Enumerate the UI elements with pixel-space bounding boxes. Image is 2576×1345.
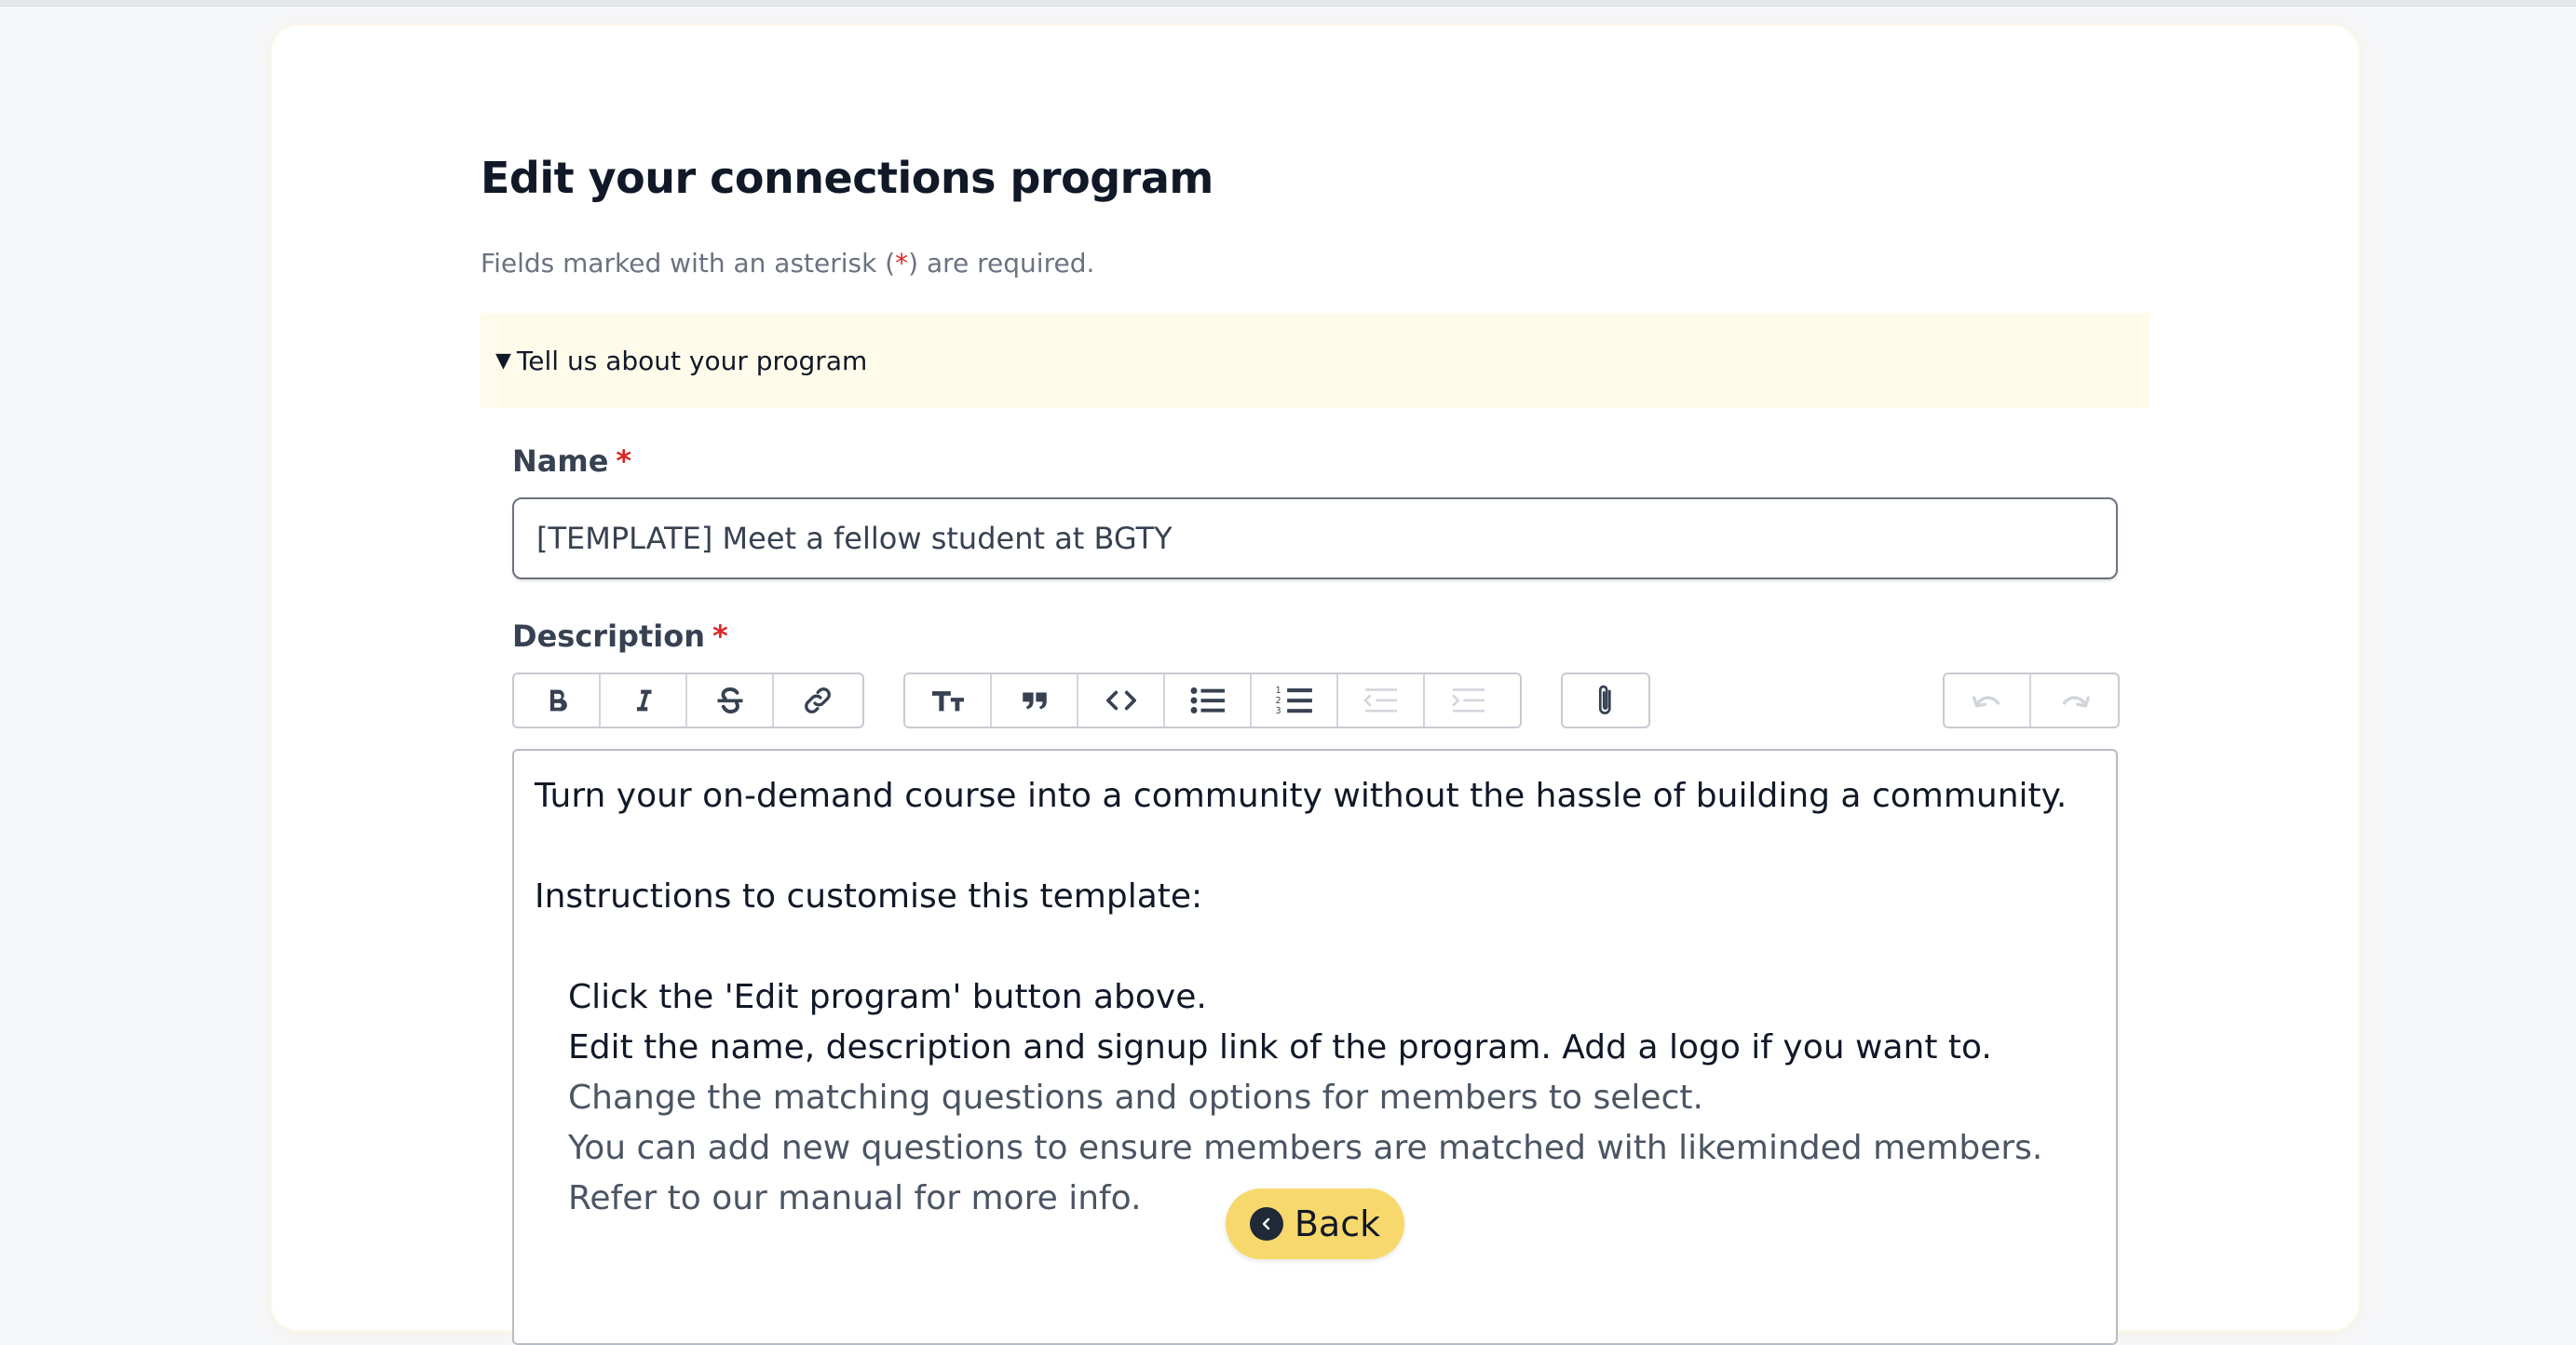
section-toggle-program-info[interactable]: ▼ Tell us about your program xyxy=(481,313,2149,408)
bullet-list-icon xyxy=(1190,687,1225,713)
description-required-asterisk: * xyxy=(712,618,728,654)
numbered-list-button[interactable]: 123 xyxy=(1252,674,1338,727)
decrease-indent-icon xyxy=(1363,688,1397,713)
bold-button[interactable] xyxy=(514,674,601,727)
link-button[interactable] xyxy=(774,674,861,727)
chevron-left-icon xyxy=(1249,1207,1283,1241)
svg-text:3: 3 xyxy=(1275,706,1281,716)
required-note-suffix: ) are required. xyxy=(908,248,1095,279)
code-icon xyxy=(1105,690,1136,711)
strikethrough-icon xyxy=(717,687,742,713)
editor-step: Change the matching questions and option… xyxy=(568,1079,1703,1117)
editor-instructions-heading: Instructions to customise this template: xyxy=(535,877,1203,916)
editor-intro-text: Turn your on-demand course into a commun… xyxy=(535,777,2068,815)
name-required-asterisk: * xyxy=(616,443,632,479)
name-label: Name * xyxy=(512,443,631,479)
heading-icon xyxy=(931,691,964,712)
required-note-prefix: Fields marked with an asterisk ( xyxy=(481,248,896,279)
increase-indent-icon xyxy=(1451,688,1485,713)
back-button[interactable]: Back xyxy=(1226,1189,1404,1259)
attach-file-button[interactable] xyxy=(1563,674,1648,727)
top-border xyxy=(0,0,2576,7)
toolbar-formatting-group xyxy=(512,672,864,728)
redo-icon xyxy=(2062,696,2090,708)
attachment-icon xyxy=(1598,685,1611,714)
undo-icon xyxy=(1972,696,2000,708)
toolbar-attach-group xyxy=(1561,672,1650,728)
bullet-list-button[interactable] xyxy=(1165,674,1252,727)
svg-text:2: 2 xyxy=(1275,696,1281,706)
quote-icon xyxy=(1022,692,1047,710)
quote-button[interactable] xyxy=(992,674,1078,727)
italic-icon xyxy=(636,689,651,712)
strikethrough-button[interactable] xyxy=(687,674,774,727)
toolbar-history-group xyxy=(1943,672,2120,728)
bold-icon xyxy=(549,689,567,712)
description-label: Description * xyxy=(512,618,728,654)
increase-indent-button[interactable] xyxy=(1425,674,1512,727)
editor-step: Click the 'Edit program' button above. xyxy=(568,978,1207,1016)
numbered-list-icon: 123 xyxy=(1275,686,1312,716)
section-title: Tell us about your program xyxy=(516,345,868,376)
page-title: Edit your connections program xyxy=(481,153,1213,203)
redo-button[interactable] xyxy=(2031,674,2118,727)
editor-step: Edit the name, description and signup li… xyxy=(568,1028,1992,1066)
form-card: Edit your connections program Fields mar… xyxy=(272,26,2358,1345)
description-label-text: Description xyxy=(512,618,705,654)
name-label-text: Name xyxy=(512,443,609,479)
back-button-label: Back xyxy=(1294,1203,1381,1244)
caret-down-icon: ▼ xyxy=(495,348,511,373)
required-fields-note: Fields marked with an asterisk (*) are r… xyxy=(481,248,1094,279)
italic-button[interactable] xyxy=(601,674,687,727)
toolbar-block-group: 123 xyxy=(903,672,1522,728)
required-asterisk: * xyxy=(895,248,909,279)
svg-text:1: 1 xyxy=(1275,686,1281,696)
link-icon xyxy=(804,687,831,713)
code-button[interactable] xyxy=(1078,674,1165,727)
undo-button[interactable] xyxy=(1945,674,2031,727)
heading-button[interactable] xyxy=(905,674,992,727)
editor-step: You can add new questions to ensure memb… xyxy=(568,1129,2043,1167)
name-input[interactable] xyxy=(512,497,2118,579)
decrease-indent-button[interactable] xyxy=(1338,674,1425,727)
